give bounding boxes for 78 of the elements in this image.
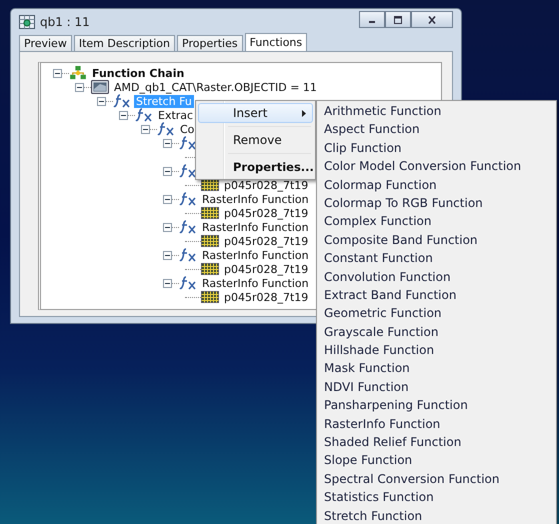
maximize-icon — [393, 16, 403, 24]
window-title: qb1 : 11 — [40, 14, 91, 28]
tab[interactable]: Functions — [244, 33, 308, 51]
close-icon — [427, 16, 437, 24]
menu-item[interactable]: Statistics Function — [324, 488, 556, 507]
collapse-icon[interactable] — [53, 68, 62, 78]
grid-icon — [201, 207, 219, 219]
function-icon — [179, 276, 197, 290]
menu-item[interactable]: RasterInfo Function — [324, 414, 556, 434]
menu-item[interactable]: Colormap To RGB Function — [324, 194, 556, 212]
tab[interactable]: Item Description — [74, 35, 176, 51]
collapse-icon[interactable] — [75, 82, 84, 92]
maximize-button[interactable] — [385, 11, 411, 28]
tree-item[interactable]: p045r028_7t19 — [222, 206, 310, 220]
menu-item[interactable]: Mask Function — [324, 359, 556, 378]
menu-item[interactable]: Clip Function — [324, 138, 556, 158]
menu-item[interactable]: Convolution Function — [324, 268, 556, 286]
grid-icon — [201, 179, 219, 191]
tree-item[interactable]: p045r028_7t19 — [222, 290, 310, 304]
menu-item[interactable]: Stretch Function — [324, 506, 556, 524]
menu-item[interactable]: Geometric Function — [324, 304, 556, 323]
tree-item[interactable]: RasterInfo Function — [200, 248, 311, 262]
tree-item[interactable]: p045r028_7t19 — [222, 234, 310, 248]
menu-item[interactable]: Complex Function — [324, 212, 556, 231]
menu-item[interactable]: Slope Function — [324, 451, 556, 470]
tab[interactable]: Properties — [177, 35, 243, 51]
tree-item[interactable]: RasterInfo Function — [200, 192, 311, 206]
tree-item[interactable]: AMD_qb1_CAT\Raster.OBJECTID = 11 — [112, 80, 319, 94]
menu-item[interactable]: Shaded Relief Function — [324, 433, 556, 452]
menu-item[interactable]: Hillshade Function — [324, 341, 556, 360]
tree-item[interactable]: RasterInfo Function — [200, 220, 311, 234]
collapse-icon[interactable] — [163, 138, 172, 148]
tree-item[interactable]: RasterInfo Function — [200, 276, 311, 290]
collapse-icon[interactable] — [119, 110, 128, 120]
function-icon — [113, 94, 131, 108]
menu-item[interactable]: Remove — [198, 130, 313, 150]
collapse-icon[interactable] — [163, 222, 172, 232]
menu-item[interactable]: Color Model Conversion Function — [324, 157, 556, 176]
menu-item[interactable]: Constant Function — [324, 249, 556, 268]
menu-item[interactable]: Spectral Conversion Function — [324, 470, 556, 488]
collapse-icon[interactable] — [163, 166, 172, 176]
menu-item[interactable]: NDVI Function — [324, 378, 556, 396]
close-button[interactable] — [411, 11, 453, 28]
tree-item[interactable]: Function Chain — [90, 66, 186, 80]
menu-item[interactable]: Composite Band Function — [324, 230, 556, 250]
collapse-icon[interactable] — [97, 96, 106, 106]
grid-icon — [201, 291, 219, 303]
function-icon — [157, 122, 175, 136]
grid-icon — [201, 235, 219, 247]
menu-item[interactable]: Arithmetic Function — [324, 102, 556, 120]
menu-item[interactable]: Aspect Function — [324, 120, 556, 139]
function-icon — [179, 136, 197, 150]
table-icon — [19, 14, 35, 28]
submenu-arrow-icon — [302, 110, 306, 116]
function-icon — [179, 192, 197, 206]
network-icon — [69, 66, 87, 80]
collapse-icon[interactable] — [163, 194, 172, 204]
tree-item[interactable]: Co — [178, 122, 196, 136]
collapse-icon[interactable] — [141, 124, 150, 134]
tree-item[interactable]: p045r028_7t19 — [222, 178, 310, 192]
collapse-icon[interactable] — [163, 278, 172, 288]
function-icon — [179, 164, 197, 178]
menu-item[interactable]: Pansharpening Function — [324, 396, 556, 415]
collapse-icon[interactable] — [163, 250, 172, 260]
tab[interactable]: Preview — [19, 35, 72, 51]
function-icon — [135, 108, 153, 122]
menu-item[interactable]: Properties... — [198, 157, 313, 177]
grid-icon — [201, 263, 219, 275]
tree-item[interactable]: Extrac — [156, 108, 196, 122]
menu-item[interactable]: Extract Band Function — [324, 286, 556, 304]
function-icon — [179, 248, 197, 262]
menu-item[interactable]: Colormap Function — [324, 176, 556, 194]
tree-item[interactable]: p045r028_7t19 — [222, 262, 310, 276]
function-icon — [179, 220, 197, 234]
monitor-icon — [91, 80, 109, 94]
menu-item[interactable]: Grayscale Function — [324, 322, 556, 342]
menu-item[interactable]: Insert — [198, 103, 313, 123]
minimize-button[interactable] — [359, 11, 385, 28]
